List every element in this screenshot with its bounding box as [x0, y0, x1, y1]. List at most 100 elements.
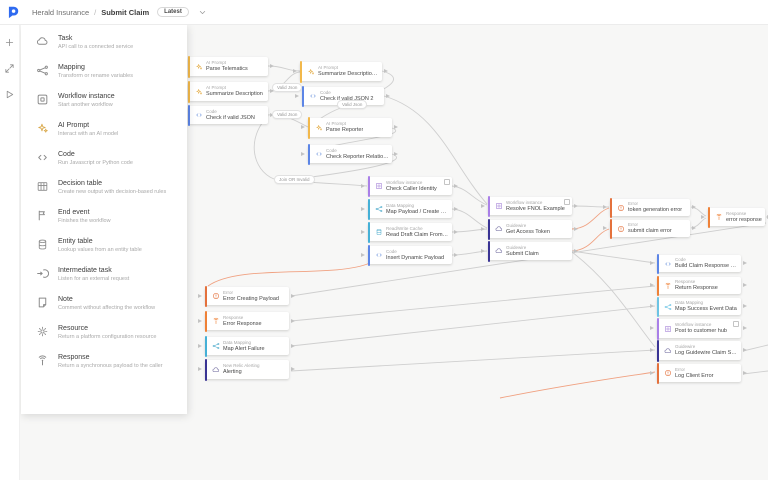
workflow-node[interactable]: AI PromptSummarize Description — [188, 82, 268, 101]
workflow-node[interactable]: Data MappingMap Payload / Create Cache K… — [368, 200, 452, 218]
workflow-node[interactable]: GuidewireLog Guidewire Claim System Even… — [657, 341, 741, 360]
breadcrumb: Herald Insurance / Submit Claim Latest — [32, 7, 207, 17]
node-text: Responseerror response — [726, 211, 762, 224]
node-title: Insert Dynamic Payload — [386, 255, 444, 262]
workflow-node[interactable]: ErrorError Creating Payload — [205, 287, 289, 305]
workflow-node[interactable]: AI PromptSummarize Description 2 — [300, 62, 382, 81]
workflow-node[interactable]: Data MappingMap Success Event Data — [657, 298, 741, 315]
expand-badge[interactable] — [444, 179, 450, 185]
add-node-button[interactable] — [4, 37, 15, 48]
expand-badge[interactable] — [564, 199, 570, 205]
chevron-down-icon[interactable] — [198, 8, 207, 17]
menu-item-end-event[interactable]: End eventFinishes the workflow — [21, 202, 187, 231]
menu-item-description: Listen for an external request — [58, 276, 129, 283]
menu-item-label: Response — [58, 353, 163, 362]
node-color-bar — [188, 105, 191, 126]
menu-item-label: Intermediate task — [58, 266, 129, 275]
node-title: Map Payload / Create Cache Key — [386, 209, 449, 216]
breadcrumb-app-name[interactable]: Herald Insurance — [32, 8, 89, 17]
node-text: Errorsubmit claim error — [628, 222, 672, 235]
node-color-bar — [188, 56, 191, 78]
workflow-node[interactable]: New Relic AlertingAlerting — [205, 360, 289, 379]
cloud-icon — [495, 225, 503, 233]
workflow-node[interactable]: Errorsubmit claim error — [610, 220, 690, 237]
menu-item-label: Code — [58, 150, 133, 159]
workflow-edge — [291, 350, 655, 371]
sparkle-icon — [195, 63, 203, 71]
menu-item-workflow-instance[interactable]: Workflow instanceStart another workflow — [21, 86, 187, 115]
menu-item-text: Workflow instanceStart another workflow — [58, 92, 115, 109]
menu-item-note[interactable]: NoteComment without affecting the workfl… — [21, 289, 187, 318]
node-type-menu: TaskAPI call to a connected serviceMappi… — [21, 25, 187, 414]
workflow-node[interactable]: CodeCheck if valid JSON — [188, 106, 268, 124]
node-title: Check Caller Identity — [386, 186, 437, 193]
workflow-edge — [254, 116, 274, 179]
workflow-node[interactable]: CodeCheck Reporter Relationship — [308, 145, 392, 163]
workflow-node[interactable]: CodeInsert Dynamic Payload — [368, 246, 452, 264]
node-text: Workflow instanceResolve FNOL Example — [506, 200, 565, 213]
menu-item-resource[interactable]: ResourceReturn a platform configuration … — [21, 318, 187, 347]
edge-out-arrow — [743, 261, 747, 265]
workflow-node[interactable]: Workflow instanceCheck Caller Identity — [368, 177, 452, 195]
node-color-bar — [657, 276, 660, 296]
workflow-node[interactable]: GuidewireGet Access Token — [488, 220, 572, 238]
edge-label: Valid Json — [337, 100, 367, 109]
fit-view-button[interactable] — [4, 63, 15, 74]
edge-label: Join OR Invalid — [274, 175, 315, 184]
edge-out-arrow — [454, 184, 458, 188]
menu-item-label: End event — [58, 208, 111, 217]
node-color-bar — [657, 297, 660, 317]
menu-item-task[interactable]: TaskAPI call to a connected service — [21, 28, 187, 57]
node-title: Map Success Event Data — [675, 306, 737, 313]
workflow-node[interactable]: ResponseReturn Response — [657, 277, 741, 294]
menu-item-code[interactable]: CodeRun Javascript or Python code — [21, 144, 187, 173]
mapping-icon — [36, 64, 49, 77]
edge-in-arrow — [361, 207, 365, 211]
code-icon — [309, 92, 317, 100]
menu-item-intermediate-task[interactable]: Intermediate taskListen for an external … — [21, 260, 187, 289]
menu-item-entity-table[interactable]: Entity tableLookup values from an entity… — [21, 231, 187, 260]
edge-out-arrow — [574, 249, 578, 253]
workflow-node[interactable]: Workflow instanceResolve FNOL Example — [488, 197, 572, 215]
workflow-node[interactable]: Data MappingMap Alert Failure — [205, 337, 289, 355]
node-text: New Relic AlertingAlerting — [223, 363, 260, 376]
expand-badge[interactable] — [733, 321, 739, 327]
edge-out-arrow — [384, 69, 388, 73]
node-text: Data MappingMap Payload / Create Cache K… — [386, 203, 449, 216]
menu-item-description: Lookup values from an entity table — [58, 247, 142, 254]
workflow-node[interactable]: Workflow instancePost to customer hub — [657, 319, 741, 338]
workflow-node[interactable]: GuidewireSubmit Claim — [488, 242, 572, 260]
workflow-node[interactable]: AI PromptParse Telematics — [188, 57, 268, 76]
node-title: Get Access Token — [506, 229, 550, 236]
edge-out-arrow — [394, 152, 398, 156]
edge-out-arrow — [454, 207, 458, 211]
workflow-node[interactable]: Responseerror response — [708, 208, 765, 226]
menu-item-decision-table[interactable]: Decision tableCreate new output with dec… — [21, 173, 187, 202]
edge-in-arrow — [603, 205, 607, 209]
workflow-node[interactable]: AI PromptParse Reporter — [308, 118, 392, 137]
menu-item-description: Transform or rename variables — [58, 73, 133, 80]
node-title: Resolve FNOL Example — [506, 206, 565, 213]
version-badge[interactable]: Latest — [157, 7, 189, 17]
edge-out-arrow — [743, 348, 747, 352]
menu-item-mapping[interactable]: MappingTransform or rename variables — [21, 57, 187, 86]
menu-item-ai-prompt[interactable]: AI PromptInteract with an AI model — [21, 115, 187, 144]
workflow-edge — [291, 306, 655, 346]
workflow-node[interactable]: CodeBuild Claim Response Message — [657, 255, 741, 272]
workflow-node[interactable]: ErrorLog Client Error — [657, 364, 741, 382]
node-color-bar — [188, 81, 191, 103]
code-icon — [664, 260, 672, 268]
workflow-node[interactable]: ResponseError Response — [205, 312, 289, 330]
node-title: Error Creating Payload — [223, 296, 279, 303]
node-color-bar — [657, 363, 660, 384]
node-color-bar — [205, 286, 208, 307]
workflow-node[interactable]: Errortoken generation error — [610, 199, 690, 216]
menu-item-label: AI Prompt — [58, 121, 118, 130]
sparkle-icon — [36, 122, 49, 135]
run-workflow-button[interactable] — [4, 89, 15, 100]
node-color-bar — [368, 176, 371, 197]
menu-item-response[interactable]: ResponseReturn a synchronous payload to … — [21, 347, 187, 376]
edge-in-arrow — [650, 261, 654, 265]
workflow-node[interactable]: Read/Write CacheRead Draft Claim From Ca… — [368, 223, 452, 241]
response-icon — [212, 317, 220, 325]
